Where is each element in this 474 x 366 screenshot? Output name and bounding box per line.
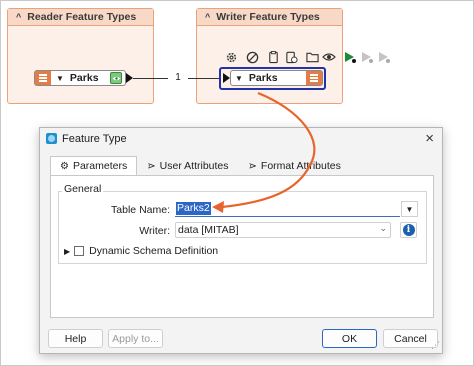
dialog-title: Feature Type xyxy=(62,133,127,145)
tab-parameters[interactable]: ⚙ Parameters xyxy=(50,156,138,176)
dialog-tabs: ⚙ Parameters ⋗ User Attributes ⋗ Format Att… xyxy=(50,156,351,176)
dynamic-schema-label: Dynamic Schema Definition xyxy=(89,245,219,257)
attribute-tag-icon: ⋗ xyxy=(248,160,257,172)
input-port-icon[interactable] xyxy=(223,73,230,83)
writer-bookmark-title: Writer Feature Types xyxy=(216,11,320,23)
run-disabled-icon xyxy=(360,50,374,64)
table-name-value[interactable]: Parks2 xyxy=(176,202,211,215)
writer-feature-type[interactable]: ▼ Parks xyxy=(230,70,323,86)
clipboard-clock-icon[interactable] xyxy=(284,50,298,64)
feature-type-dialog[interactable]: Feature Type × ⚙ Parameters ⋗ User Attribu… xyxy=(39,127,443,354)
eye-icon[interactable] xyxy=(322,50,336,64)
connection-count: 1 xyxy=(168,72,188,84)
reader-bookmark-header[interactable]: ^ Reader Feature Types xyxy=(8,9,153,26)
reader-bookmark[interactable]: ^ Reader Feature Types xyxy=(7,8,154,104)
app-icon xyxy=(46,133,57,144)
chevron-down-icon: ⌄ xyxy=(379,223,387,233)
help-button[interactable]: Help xyxy=(48,329,103,348)
table-name-label: Table Name: xyxy=(111,204,170,216)
tab-format-attributes[interactable]: ⋗ Format Attributes xyxy=(239,156,351,176)
group-title: General xyxy=(62,183,104,195)
writer-value: data [MITAB] xyxy=(178,224,239,236)
writer-feature-name: Parks xyxy=(248,72,278,84)
tab-label: User Attributes xyxy=(159,160,229,172)
tab-label: Parameters xyxy=(72,160,128,172)
tab-user-attributes[interactable]: ⋗ User Attributes xyxy=(137,156,238,176)
dialog-titlebar[interactable]: Feature Type × xyxy=(40,128,442,150)
run-icon[interactable] xyxy=(343,50,357,64)
collapse-caret-icon[interactable]: ^ xyxy=(16,12,21,22)
reader-feature-type[interactable]: ▼ Parks xyxy=(34,70,126,86)
dynamic-schema-checkbox[interactable] xyxy=(74,246,85,256)
info-icon: i xyxy=(402,224,415,236)
writer-label: Writer: xyxy=(139,225,170,237)
cancel-button[interactable]: Cancel xyxy=(383,329,438,348)
writer-bookmark-header[interactable]: ^ Writer Feature Types xyxy=(197,9,342,26)
gear-icon: ⚙ xyxy=(60,160,69,172)
reader-feature-name: Parks xyxy=(69,72,99,84)
resize-grip-icon[interactable]: ⋰ xyxy=(431,340,440,351)
chevron-down-icon[interactable]: ▼ xyxy=(56,74,64,83)
chevron-down-icon[interactable]: ▼ xyxy=(235,74,243,83)
run-options-icon xyxy=(377,50,391,64)
inspect-eye-icon[interactable] xyxy=(110,72,122,84)
expand-triangle-icon[interactable]: ▶ xyxy=(64,247,70,256)
collapse-caret-icon[interactable]: ^ xyxy=(205,12,210,22)
folder-icon[interactable] xyxy=(305,50,319,64)
reader-bookmark-title: Reader Feature Types xyxy=(27,11,137,23)
info-button[interactable]: i xyxy=(400,222,417,238)
clipboard-icon[interactable] xyxy=(266,50,280,64)
writer-select[interactable]: data [MITAB] ⌄ xyxy=(175,222,391,238)
output-port-icon[interactable] xyxy=(126,73,133,83)
chevron-down-icon[interactable]: ▼ xyxy=(401,201,418,217)
feature-type-icon xyxy=(306,71,322,85)
ok-button[interactable]: OK xyxy=(322,329,377,348)
block-icon[interactable] xyxy=(245,50,259,64)
attribute-tag-icon: ⋗ xyxy=(147,160,156,172)
apply-to-button[interactable]: Apply to... xyxy=(108,329,163,348)
table-name-input[interactable]: Parks2 xyxy=(175,201,400,217)
gear-icon[interactable] xyxy=(224,50,238,64)
feature-type-icon xyxy=(35,71,51,85)
tab-label: Format Attributes xyxy=(260,160,341,172)
dynamic-schema-row[interactable]: ▶ Dynamic Schema Definition xyxy=(64,245,218,257)
close-icon[interactable]: × xyxy=(425,130,434,147)
